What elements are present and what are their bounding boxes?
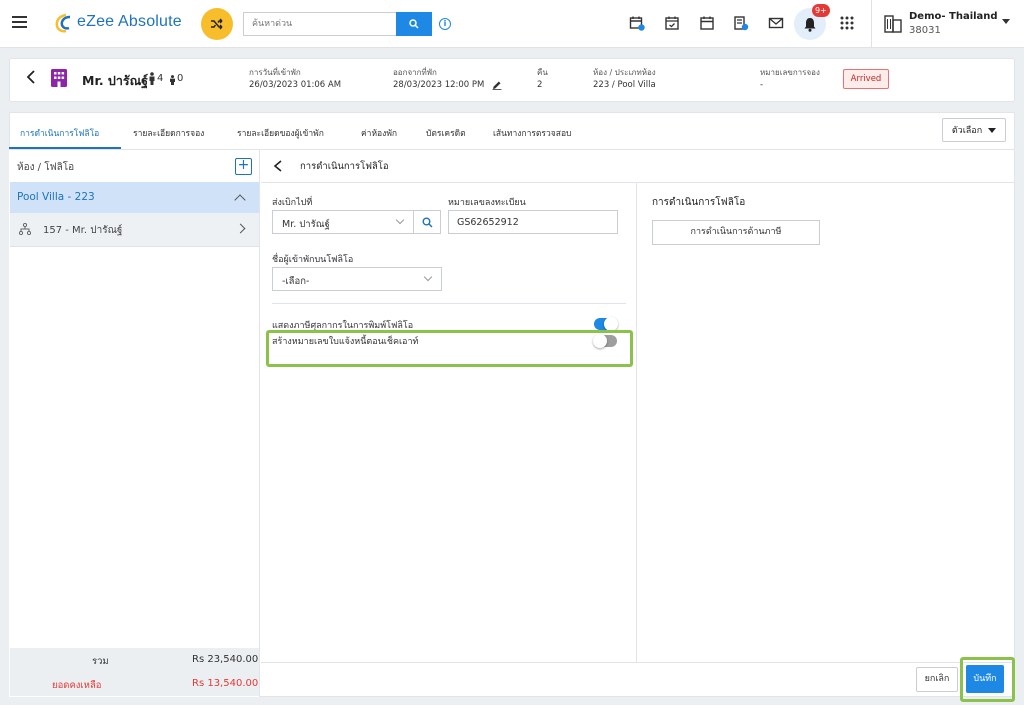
chevron-down-icon xyxy=(423,272,433,282)
ezee-logo-icon xyxy=(55,13,71,33)
column-divider xyxy=(636,183,637,662)
notification-badge: 9+ xyxy=(812,4,830,17)
tax-operations-button[interactable]: การดำเนินการด้านภาษี xyxy=(652,220,820,245)
balance-label: ยอดคงเหลือ xyxy=(52,680,102,691)
adult-icon xyxy=(149,72,155,85)
room-type-label: ห้อง / ประเภทห้อง xyxy=(593,68,656,77)
search-icon xyxy=(409,19,419,29)
tab-audit-trail[interactable]: เส้นทางการตรวจสอบ xyxy=(493,126,571,140)
folio-item-label: 157 - Mr. ปารัณฐ์ xyxy=(43,225,123,236)
shuffle-button[interactable] xyxy=(201,8,233,40)
property-dropdown-icon[interactable] xyxy=(1002,19,1010,24)
caret-down-icon xyxy=(988,127,997,133)
guest-name: Mr. ปารัณฐ์ xyxy=(82,73,149,88)
nights-label: คืน xyxy=(537,68,548,77)
apps-grid-icon[interactable] xyxy=(840,16,854,30)
tab-room-charges[interactable]: ค่าห้องพัก xyxy=(361,126,397,140)
quick-search-input[interactable] xyxy=(243,12,396,36)
invoice-number-label: สร้างหมายเลขใบแจ้งหนี้ตอนเช็คเอาท์ xyxy=(272,337,419,347)
billing-icon[interactable] xyxy=(732,14,750,32)
total-label: รวม xyxy=(92,656,109,667)
arrival-label: การวันที่เข้าพัก xyxy=(249,68,301,77)
section-divider xyxy=(261,182,1015,183)
add-folio-button[interactable]: + xyxy=(235,158,252,175)
tab-booking-details[interactable]: รายละเอียดการจอง xyxy=(133,126,204,140)
tab-guest-details[interactable]: รายละเอียดของผู้เข้าพัก xyxy=(237,126,324,140)
registration-input[interactable] xyxy=(448,210,618,234)
building-icon xyxy=(884,15,902,33)
room-folio-heading: ห้อง / โฟลิโอ xyxy=(17,162,75,173)
options-dropdown[interactable]: ตัวเลือก xyxy=(942,118,1006,142)
room-item-label: Pool Villa - 223 xyxy=(17,191,95,203)
guest-on-folio-select[interactable]: -เลือก- xyxy=(272,267,442,291)
options-label: ตัวเลือก xyxy=(951,126,983,136)
topbar-divider xyxy=(871,0,872,48)
menu-icon[interactable] xyxy=(12,16,27,28)
section-title: การดำเนินการโฟลิโอ xyxy=(300,161,389,172)
bill-to-search-button[interactable] xyxy=(413,210,441,234)
registration-label: หมายเลขลงทะเบียน xyxy=(448,198,526,208)
adult-count: 4 xyxy=(157,73,164,84)
calendar-icon[interactable] xyxy=(698,14,716,32)
edit-icon[interactable] xyxy=(492,80,502,90)
form-divider xyxy=(272,303,626,304)
calendar-check-icon[interactable] xyxy=(663,14,681,32)
room-type-value: 223 / Pool Villa xyxy=(593,80,656,90)
back-arrow-icon[interactable] xyxy=(26,70,36,84)
app-name: eZee Absolute xyxy=(77,13,182,30)
chevron-down-icon xyxy=(395,215,405,225)
nights-value: 2 xyxy=(537,80,543,90)
folio-tree-icon xyxy=(19,223,31,235)
child-count: 0 xyxy=(177,73,184,84)
back-arrow-icon[interactable] xyxy=(273,160,283,172)
property-name[interactable]: Demo- Thailand xyxy=(909,11,998,22)
cancel-button[interactable]: ยกเลิก xyxy=(916,667,958,692)
footer-divider xyxy=(261,662,1015,663)
search-button[interactable] xyxy=(396,12,432,36)
calendar-add-icon[interactable] xyxy=(628,14,646,32)
status-badge: Arrived xyxy=(843,69,889,89)
bill-to-select[interactable]: Mr. ปารัณฐ์ xyxy=(272,210,414,234)
info-icon[interactable]: i xyxy=(439,18,451,30)
property-code: 38031 xyxy=(909,25,941,36)
invoice-number-toggle[interactable] xyxy=(593,334,617,348)
tab-folio-operations[interactable]: การดำเนินการโฟลิโอ xyxy=(20,126,99,140)
reservation-label: หมายเลขการจอง xyxy=(760,68,820,77)
child-icon xyxy=(170,75,175,85)
shuffle-icon xyxy=(211,18,223,30)
reservation-value: - xyxy=(760,80,764,90)
guest-on-folio-value: -เลือก- xyxy=(282,276,310,287)
show-tax-toggle[interactable] xyxy=(594,317,618,331)
arrival-value: 26/03/2023 01:06 AM xyxy=(249,80,342,90)
bill-to-value: Mr. ปารัณฐ์ xyxy=(282,219,330,230)
balance-value: Rs 13,540.00 xyxy=(192,678,259,689)
search-icon xyxy=(422,217,432,227)
save-button[interactable]: บันทึก xyxy=(966,665,1004,693)
departure-label: ออกจากที่พัก xyxy=(393,68,437,77)
mail-icon[interactable] xyxy=(767,14,785,32)
departure-value: 28/03/2023 12:00 PM xyxy=(393,80,485,90)
folio-operations-title: การดำเนินการโฟลิโอ xyxy=(652,197,746,208)
guest-on-folio-label: ชื่อผู้เข้าพักบนโฟลิโอ xyxy=(272,255,354,265)
total-value: Rs 23,540.00 xyxy=(192,654,259,665)
tab-credit-card[interactable]: บัตรเครดิต xyxy=(426,126,466,140)
bell-icon xyxy=(804,17,816,32)
bill-to-label: ส่งเบิกไปที่ xyxy=(272,198,313,208)
room-icon xyxy=(51,69,67,87)
